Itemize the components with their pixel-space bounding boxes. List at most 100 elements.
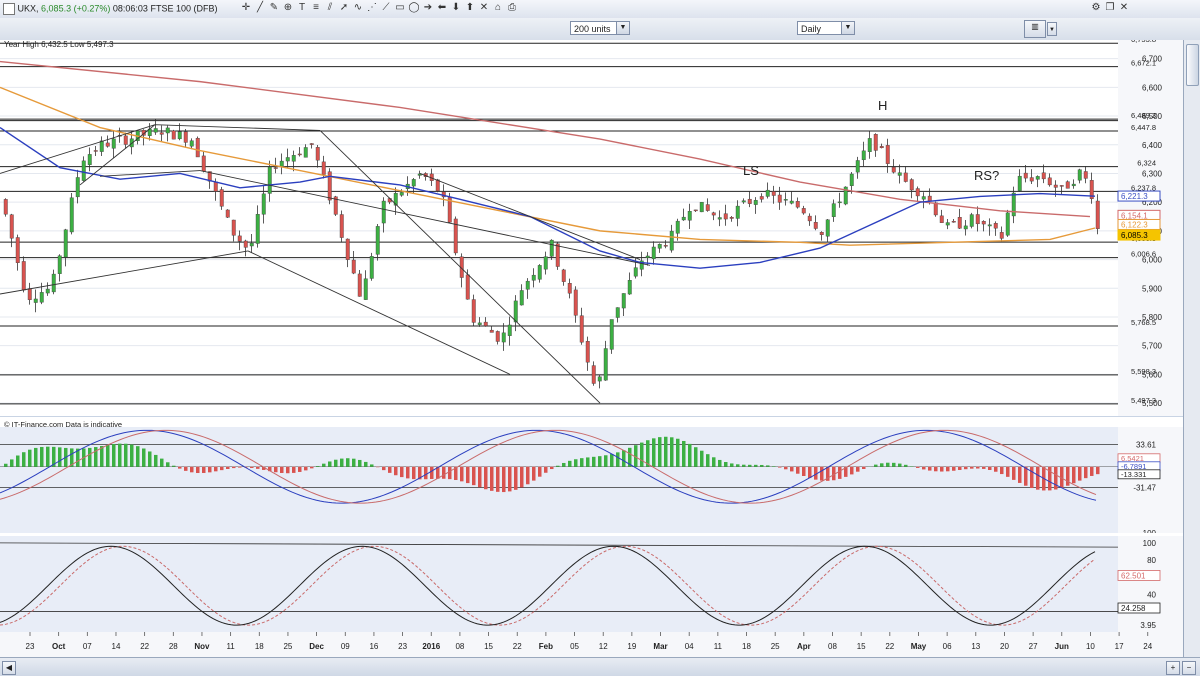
candle-body — [604, 349, 608, 381]
crosshair-icon[interactable]: ✛ — [240, 2, 252, 14]
time-axis-label: Jun — [1055, 642, 1069, 651]
candle-body — [748, 199, 752, 203]
candle-body — [820, 232, 824, 235]
top-toolbar: UKX, 6,085.3 (+0.27%) 08:06:03 FTSE 100 … — [0, 0, 1200, 19]
macd-histogram-bar — [892, 463, 896, 467]
candle-body — [46, 289, 50, 293]
chevron-down-icon: ▼ — [616, 22, 629, 34]
restore-icon[interactable]: ❐ — [1104, 2, 1116, 14]
candle-body — [946, 223, 950, 226]
vertical-scrollbar[interactable] — [1183, 40, 1200, 657]
candle-body — [754, 200, 758, 204]
header-change: (+0.27%) — [74, 3, 111, 13]
candle-body — [472, 300, 476, 323]
candle-body — [784, 199, 788, 200]
macd-histogram-bar — [448, 467, 452, 479]
macd-histogram-bar — [676, 439, 680, 467]
gann-tool-icon[interactable]: ⋰ — [366, 2, 378, 14]
macd-histogram-bar — [622, 450, 626, 466]
candle-body — [376, 226, 380, 254]
box-tool-icon[interactable]: ▭ — [394, 2, 406, 14]
candle-body — [238, 236, 242, 241]
arrow-right-icon[interactable]: ➔ — [422, 2, 434, 14]
candle-body — [124, 136, 128, 145]
macd-histogram-bar — [490, 467, 494, 491]
candle-body — [88, 154, 92, 164]
candle-body — [916, 189, 920, 196]
candle-body — [994, 223, 998, 228]
candle-body — [82, 161, 86, 181]
candle-body — [220, 190, 224, 207]
macd-histogram-bar — [976, 467, 980, 469]
time-axis-label: 08 — [828, 642, 837, 651]
trend-tool-icon[interactable]: ⟋ — [380, 2, 392, 14]
candle-body — [892, 167, 896, 172]
line-tool-icon[interactable]: ╱ — [254, 2, 266, 14]
time-axis-label: 23 — [26, 642, 35, 651]
candle-body — [514, 301, 518, 322]
price-axis-label: 6,400 — [1142, 141, 1163, 150]
candle-body — [1030, 178, 1034, 182]
chart-type-button[interactable]: ▥ — [1024, 20, 1046, 38]
macd-histogram-bar — [796, 467, 800, 474]
arrow-tool-icon[interactable]: ➚ — [338, 2, 350, 14]
macd-histogram-bar — [598, 456, 602, 467]
candle-body — [232, 220, 236, 235]
candle-body — [646, 256, 650, 258]
macd-histogram-bar — [1066, 467, 1070, 486]
pointer-icon[interactable] — [3, 3, 15, 15]
macd-histogram-bar — [280, 467, 284, 473]
candle-body — [322, 162, 326, 175]
candle-body — [922, 197, 926, 200]
scrollbar-thumb[interactable] — [1186, 44, 1199, 86]
ellipse-tool-icon[interactable]: ◯ — [408, 2, 420, 14]
time-axis-label: 15 — [857, 642, 866, 651]
zoom-icon[interactable]: ⊕ — [282, 2, 294, 14]
pencil-icon[interactable]: ✎ — [268, 2, 280, 14]
arrow-left-icon[interactable]: ⬅ — [436, 2, 448, 14]
macd-histogram-bar — [346, 458, 350, 467]
units-select[interactable]: 200 units ▼ — [570, 21, 630, 35]
chart-type-dropdown[interactable]: ▼ — [1047, 22, 1057, 36]
candle-body — [886, 145, 890, 163]
time-axis-label: 06 — [943, 642, 952, 651]
period-select[interactable]: Daily ▼ — [797, 21, 855, 35]
candle-body — [700, 202, 704, 212]
macd-histogram-bar — [1084, 467, 1088, 478]
macd-histogram-bar — [166, 462, 170, 466]
time-axis-label: 19 — [627, 642, 636, 651]
zoom-in-button[interactable]: + — [1166, 661, 1180, 675]
macd-histogram-bar — [940, 467, 944, 472]
stoch-axis-label: 100 — [1143, 539, 1157, 548]
level-label: 6,447.8 — [1131, 123, 1156, 132]
macd-axis-label: -31.47 — [1133, 484, 1156, 493]
macd-histogram-bar — [184, 467, 188, 471]
macd-histogram-bar — [430, 467, 434, 479]
lock-icon[interactable]: ⌂ — [492, 2, 504, 14]
macd-histogram-bar — [520, 467, 524, 488]
level-label: 6,753.8 — [1131, 40, 1156, 44]
candle-body — [862, 151, 866, 160]
candle-body — [352, 260, 356, 273]
candle-body — [244, 241, 248, 247]
fib-tool-icon[interactable]: ≡ — [310, 2, 322, 14]
delete-tool-icon[interactable]: ✕ — [478, 2, 490, 14]
scroll-left-button[interactable]: ◀ — [2, 661, 16, 675]
close-icon[interactable]: ✕ — [1118, 2, 1130, 14]
zoom-out-button[interactable]: − — [1182, 661, 1196, 675]
settings-icon[interactable]: ⚙ — [1090, 2, 1102, 14]
macd-histogram-bar — [40, 447, 44, 467]
candle-body — [184, 132, 188, 143]
candle-body — [256, 214, 260, 243]
level-label: 6,324 — [1137, 159, 1156, 168]
stoch-axis-label: 3.95 — [1140, 621, 1156, 630]
time-axis-label: Nov — [194, 642, 210, 651]
arrow-up-icon[interactable]: ⬆ — [464, 2, 476, 14]
arrow-down-icon[interactable]: ⬇ — [450, 2, 462, 14]
macd-histogram-bar — [220, 467, 224, 470]
print-icon[interactable]: ⎙ — [506, 2, 518, 14]
text-tool-icon[interactable]: T — [296, 2, 308, 14]
cycle-tool-icon[interactable]: ∿ — [352, 2, 364, 14]
price-chart[interactable]: 6,7006,6006,5006,4006,3006,2006,1006,000… — [0, 40, 1184, 657]
channel-tool-icon[interactable]: ⫽ — [324, 2, 336, 14]
